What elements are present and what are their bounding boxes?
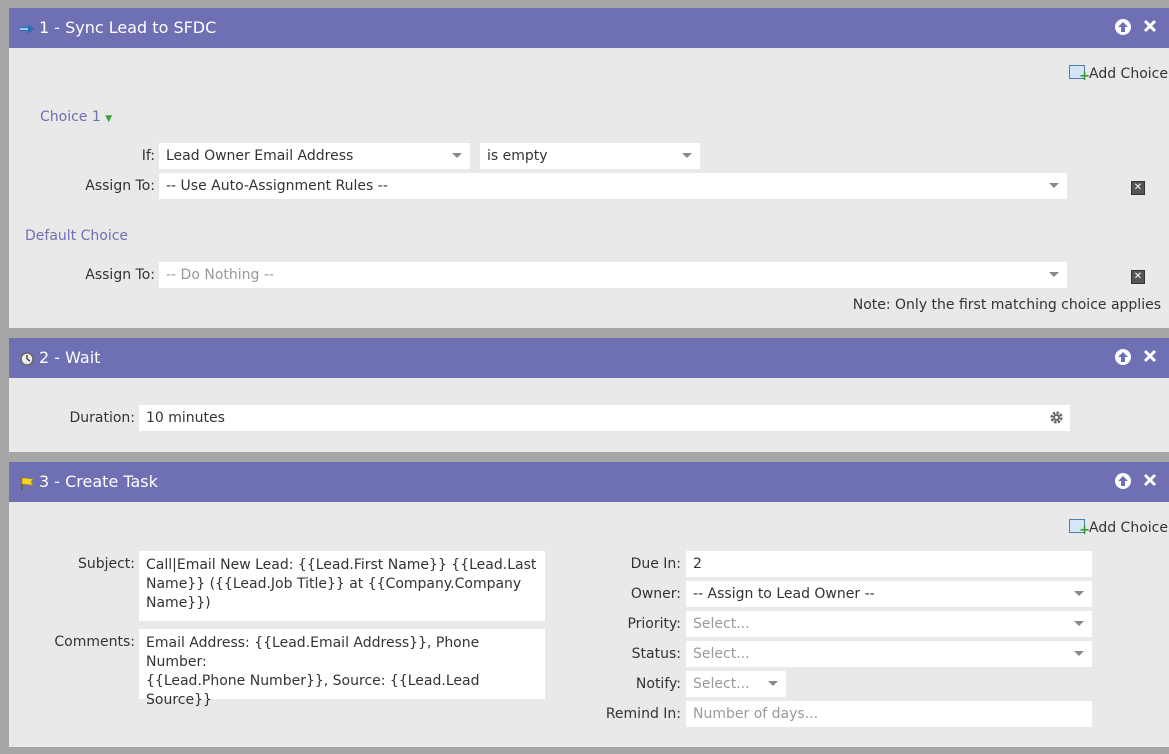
subject-line: Call|Email New Lead: {{Lead.First Name}}…	[146, 557, 537, 573]
close-icon	[1143, 349, 1157, 363]
default-choice-label: Default Choice	[25, 228, 129, 244]
priority-select[interactable]: Select...	[686, 611, 1092, 637]
notify-placeholder: Select...	[693, 676, 750, 692]
notify-select[interactable]: Select...	[686, 671, 786, 697]
comments-line: Email Address: {{Lead.Email Address}}, P…	[146, 635, 480, 670]
close-icon	[1143, 473, 1157, 487]
assign-to-label: Assign To:	[85, 178, 155, 194]
if-field-value: Lead Owner Email Address	[166, 148, 354, 164]
notify-label: Notify:	[635, 676, 681, 692]
assign-to-select[interactable]: -- Use Auto-Assignment Rules --	[159, 173, 1067, 199]
comments-textarea[interactable]: Email Address: {{Lead.Email Address}}, P…	[139, 629, 545, 708]
if-operator-value: is empty	[487, 148, 548, 164]
due-in-value: 2	[693, 556, 702, 572]
move-up-icon	[1115, 349, 1131, 365]
dropdown-caret-icon	[452, 153, 462, 158]
clock-icon	[20, 352, 34, 366]
move-up-button[interactable]	[1114, 19, 1132, 37]
dropdown-caret-icon	[1074, 651, 1084, 656]
add-choice-label: Add Choice	[1089, 66, 1168, 82]
choice-label: Choice 1	[40, 109, 101, 125]
duration-field[interactable]: 10 minutes	[139, 405, 1070, 431]
duration-label: Duration:	[69, 410, 135, 426]
remove-step-button[interactable]	[1141, 349, 1159, 367]
remove-step-button[interactable]	[1141, 19, 1159, 37]
subject-line: Name}} ({{Lead.Job Title}} at {{Company.…	[146, 576, 522, 611]
status-placeholder: Select...	[693, 646, 750, 662]
subject-textarea[interactable]: Call|Email New Lead: {{Lead.First Name}}…	[139, 551, 545, 621]
due-in-label: Due In:	[630, 556, 681, 572]
dropdown-caret-icon	[768, 681, 778, 686]
move-up-icon	[1115, 473, 1131, 489]
if-label: If:	[141, 148, 155, 164]
move-up-button[interactable]	[1114, 349, 1132, 367]
sync-arrow-icon	[20, 24, 34, 34]
add-choice-button[interactable]: Add Choice	[1069, 519, 1168, 538]
remind-in-placeholder: Number of days...	[693, 706, 819, 722]
delete-choice-icon[interactable]: ✕	[1131, 270, 1145, 284]
status-label: Status:	[631, 646, 681, 662]
subject-label: Subject:	[77, 556, 135, 572]
assign-to-value: -- Use Auto-Assignment Rules --	[166, 178, 388, 194]
first-match-note: Note: Only the first matching choice app…	[852, 297, 1161, 313]
dropdown-caret-icon	[1049, 272, 1059, 277]
step-header: 3 - Create Task	[9, 462, 1169, 502]
remind-in-field[interactable]: Number of days...	[686, 701, 1092, 727]
comments-label: Comments:	[54, 634, 135, 650]
flow-step-create-task: 3 - Create Task Add Choice Subject: Call…	[9, 462, 1169, 747]
dropdown-caret-icon	[1049, 183, 1059, 188]
gear-icon[interactable]	[1049, 410, 1064, 425]
comments-line: {{Lead.Phone Number}}, Source: {{Lead.Le…	[146, 673, 480, 708]
duration-value: 10 minutes	[146, 410, 225, 426]
if-operator-select[interactable]: is empty	[480, 143, 700, 169]
choice-1-toggle[interactable]: Choice 1 ▼	[40, 109, 112, 125]
step-header: 1 - Sync Lead to SFDC	[9, 8, 1169, 48]
add-choice-icon	[1069, 65, 1090, 84]
dropdown-caret-icon	[1074, 591, 1084, 596]
delete-choice-icon[interactable]: ✕	[1131, 181, 1145, 195]
owner-label: Owner:	[630, 586, 681, 602]
move-up-icon	[1115, 19, 1131, 35]
remind-in-label: Remind In:	[605, 706, 681, 722]
due-in-field[interactable]: 2	[686, 551, 1092, 577]
default-assign-to-value: -- Do Nothing --	[166, 267, 274, 283]
remove-step-button[interactable]	[1141, 473, 1159, 491]
add-choice-icon	[1069, 519, 1090, 538]
close-icon	[1143, 19, 1157, 33]
default-assign-to-select[interactable]: -- Do Nothing --	[159, 262, 1067, 288]
owner-select[interactable]: -- Assign to Lead Owner --	[686, 581, 1092, 607]
dropdown-caret-icon	[1074, 621, 1084, 626]
if-field-select[interactable]: Lead Owner Email Address	[159, 143, 470, 169]
step-title: 2 - Wait	[39, 348, 101, 367]
dropdown-caret-icon	[682, 153, 692, 158]
step-header: 2 - Wait	[9, 338, 1169, 378]
owner-value: -- Assign to Lead Owner --	[693, 586, 875, 602]
flow-step-wait: 2 - Wait Duration: 10 minutes	[9, 338, 1169, 452]
priority-placeholder: Select...	[693, 616, 750, 632]
default-assign-to-label: Assign To:	[85, 267, 155, 283]
flag-icon	[21, 477, 34, 490]
step-title: 1 - Sync Lead to SFDC	[39, 18, 217, 37]
add-choice-label: Add Choice	[1089, 520, 1168, 536]
status-select[interactable]: Select...	[686, 641, 1092, 667]
chevron-down-icon: ▼	[105, 114, 113, 124]
add-choice-button[interactable]: Add Choice	[1069, 65, 1168, 84]
move-up-button[interactable]	[1114, 473, 1132, 491]
step-title: 3 - Create Task	[39, 472, 158, 491]
flow-step-sync-lead: 1 - Sync Lead to SFDC Add Choice Choice …	[9, 8, 1169, 328]
priority-label: Priority:	[627, 616, 681, 632]
